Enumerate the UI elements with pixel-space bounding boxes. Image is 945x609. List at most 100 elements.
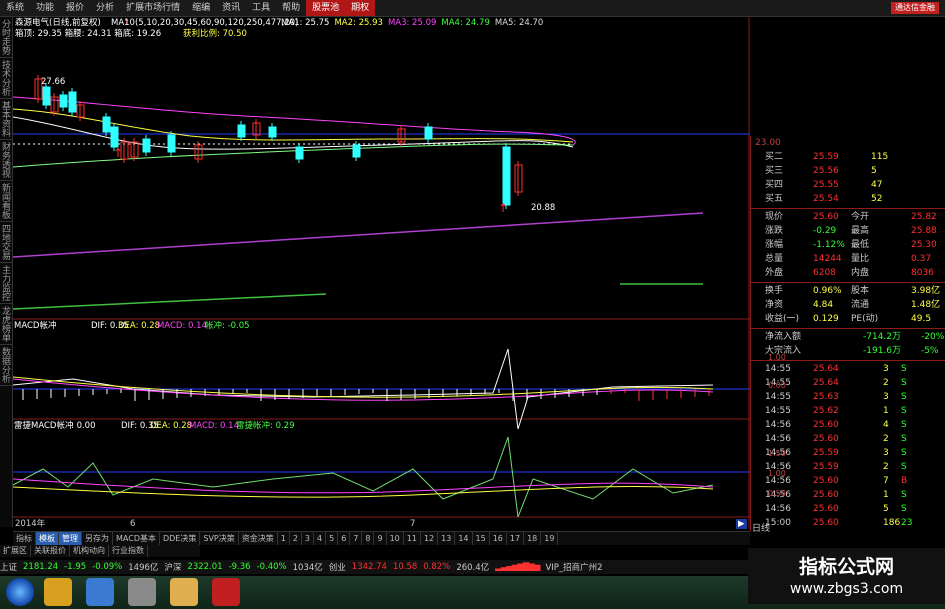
candle-body — [59, 94, 68, 108]
tick-time: 14:56 — [765, 434, 791, 444]
indicator-tab-3[interactable]: 另存为 — [82, 532, 113, 545]
menu-item-7[interactable]: 工具 — [246, 0, 276, 16]
indicator-tab-17[interactable]: 10 — [387, 532, 404, 545]
menu-item-4[interactable]: 扩展市场行情 — [120, 0, 186, 16]
time-axis-month-7: 7 — [410, 519, 416, 529]
stat-row: 涨跌 -0.29 最高 25.88 — [751, 224, 945, 238]
menu-item-8[interactable]: 帮助 — [276, 0, 306, 16]
kline-chart-svg[interactable]: ↑↑ — [13, 17, 750, 529]
candle-body — [68, 91, 77, 113]
indicator-tab-18[interactable]: 11 — [404, 532, 421, 545]
macd2-extra: 雷捷帐冲: 0.29 — [236, 421, 295, 431]
sell-arrow-icon: ↑ — [498, 201, 508, 215]
tick-side: S — [901, 420, 907, 430]
menu-item-3[interactable]: 分析 — [90, 0, 120, 16]
indicator-tab-16[interactable]: 9 — [374, 532, 387, 545]
left-tab-8[interactable]: 数据分析 — [0, 345, 12, 386]
candle-body — [237, 124, 246, 138]
indicator-tab-21[interactable]: 14 — [455, 532, 473, 545]
indicator-tab-6[interactable]: SVP决策 — [200, 532, 239, 545]
bid-label: 买四 — [765, 180, 784, 190]
indicator-tab-19[interactable]: 12 — [421, 532, 439, 545]
bid-volume: 52 — [871, 194, 883, 204]
extension-tab-3[interactable]: 行业指数 — [109, 545, 148, 557]
menu-item-5[interactable]: 缩编 — [186, 0, 216, 16]
tick-side: S — [901, 406, 907, 416]
indicator-tab-23[interactable]: 16 — [490, 532, 507, 545]
indicator-tab-12[interactable]: 5 — [326, 532, 339, 545]
left-tab-6[interactable]: 主力监控 — [0, 263, 12, 304]
flow-value: -714.2万 — [863, 332, 902, 342]
indicator-tab-0[interactable]: 指标 — [13, 532, 36, 545]
extension-tab-2[interactable]: 机构动向 — [70, 545, 109, 557]
left-tab-2[interactable]: 基本资料 — [0, 99, 12, 140]
menu-bar: 系统 功能 报价 分析 扩展市场行情 缩编 资讯 工具 帮助 股票池 期权 通达信金融 — [0, 0, 945, 17]
indicator-tab-8[interactable]: 1 — [278, 532, 290, 545]
indicator-tab-2[interactable]: 管理 — [59, 532, 82, 545]
vip-account: VIP_招商广州2 — [545, 563, 603, 573]
indicator-tab-15[interactable]: 8 — [362, 532, 375, 545]
app-icon[interactable] — [128, 578, 156, 606]
contacts-icon[interactable] — [170, 578, 198, 606]
candle-body — [352, 144, 361, 158]
extension-tab-0[interactable]: 扩展区 — [0, 545, 31, 557]
stat2-label-2: 流通 — [851, 300, 870, 310]
chart-area[interactable]: ↑ ↑ 森源电气(日线,前复权) ↑ MA10(5,10,20,30,45,60,… — [13, 17, 750, 529]
tick-side: S — [901, 364, 907, 374]
menu-item-1[interactable]: 功能 — [30, 0, 60, 16]
indicator-tab-9[interactable]: 2 — [290, 532, 302, 545]
tick-volume: 1 — [883, 490, 889, 500]
left-tab-3[interactable]: 财务透视 — [0, 140, 12, 181]
browser-icon[interactable] — [86, 578, 114, 606]
candle-body — [110, 126, 119, 148]
indicator-tab-20[interactable]: 13 — [438, 532, 456, 545]
indicator-tab-10[interactable]: 3 — [302, 532, 315, 545]
ma-value-4: MA4: 24.79 — [441, 18, 490, 28]
left-tab-4[interactable]: 新闻看板 — [0, 181, 12, 222]
indicator-tab-26[interactable]: 19 — [541, 532, 559, 545]
stat-label-2: 内盘 — [851, 268, 870, 278]
scroll-right-button[interactable]: ▶ — [736, 519, 747, 529]
indicator-tabs: 指标 模板 管理 另存为 MACD基本 DDE决策 SVP决策 资金决策 1 2 3 4 5 6 7 8 9 10… — [13, 531, 750, 545]
tick-volume: 2 — [883, 462, 889, 472]
indicator-tab-14[interactable]: 7 — [350, 532, 363, 545]
macd2-v0: : 0.00 — [71, 421, 96, 431]
bid-volume: 115 — [871, 152, 889, 162]
left-tab-1[interactable]: 技术分析 — [0, 58, 12, 99]
indicator-tab-22[interactable]: 15 — [473, 532, 490, 545]
left-tab-0[interactable]: 分时走势 — [0, 17, 12, 58]
menu-item-0[interactable]: 系统 — [0, 0, 30, 16]
candle-body — [167, 134, 176, 153]
left-tab-5[interactable]: 四地交易 — [0, 222, 12, 263]
trading-app-icon[interactable] — [212, 578, 240, 606]
tick-price: 25.60 — [813, 476, 839, 486]
menu-item-6[interactable]: 资讯 — [216, 0, 246, 16]
menu-tab-0[interactable]: 股票池 — [306, 0, 346, 16]
indicator-tab-11[interactable]: 4 — [314, 532, 327, 545]
indicator-tab-7[interactable]: 资金决策 — [239, 532, 278, 545]
menu-item-2[interactable]: 报价 — [60, 0, 90, 16]
indicator-tab-13[interactable]: 6 — [338, 532, 351, 545]
tick-volume: 7 — [883, 476, 889, 486]
stat-value: -0.29 — [813, 226, 837, 236]
indicator-tab-4[interactable]: MACD基本 — [113, 532, 160, 545]
sh-change: -1.95 — [64, 562, 87, 572]
flow-percent: -20% — [921, 332, 945, 342]
macd2-axis-label: 1.50 — [768, 449, 786, 458]
stat2-label: 净资 — [765, 300, 784, 310]
tick-side: S — [901, 392, 907, 402]
macd2-macd-line — [13, 478, 714, 494]
flow-value: -191.6万 — [863, 346, 902, 356]
indicator-tab-1[interactable]: 模板 — [36, 532, 59, 545]
extension-tabs: 扩展区 关联报价 机构动向 行业指数 — [0, 545, 200, 557]
menu-tab-1[interactable]: 期权 — [345, 0, 376, 16]
extension-tab-1[interactable]: 关联报价 — [31, 545, 70, 557]
indicator-tab-25[interactable]: 18 — [524, 532, 542, 545]
tick-row: 14:56 25.60 4 S — [751, 418, 945, 432]
indicator-tab-24[interactable]: 17 — [507, 532, 525, 545]
cy-value: 1342.74 — [351, 562, 387, 572]
indicator-tab-5[interactable]: DDE决策 — [160, 532, 201, 545]
windows-start-icon[interactable] — [6, 578, 34, 606]
file-explorer-icon[interactable] — [44, 578, 72, 606]
left-tab-7[interactable]: 龙虎榜单 — [0, 304, 12, 345]
